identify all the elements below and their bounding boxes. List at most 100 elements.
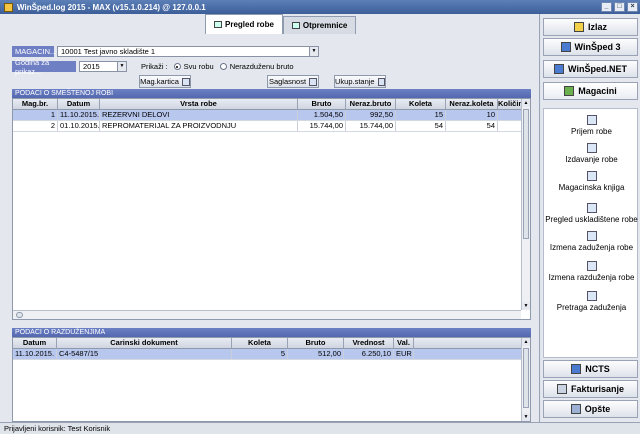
magacini-button[interactable]: Magacini: [543, 82, 638, 100]
cell: 54: [396, 121, 446, 131]
column-header[interactable]: Vrednost: [344, 338, 394, 348]
table-row[interactable]: 1 11.10.2015. REZERVNI DELOVI 1.504,50 9…: [13, 110, 530, 121]
cell: 5: [232, 349, 288, 359]
vertical-scrollbar[interactable]: ▲ ▼: [521, 99, 530, 310]
exit-door-icon: [573, 22, 584, 32]
winsped-icon: [554, 64, 565, 74]
ukup-stanje-button[interactable]: Ukup.stanje: [334, 75, 386, 88]
column-header[interactable]: Neraz.koleta: [446, 99, 498, 109]
grid-icon: [214, 21, 222, 28]
sidebar-item-izmena-zaduzenja[interactable]: Izmena zaduženja robe: [544, 231, 639, 252]
column-header[interactable]: Bruto: [288, 338, 344, 348]
book-icon: [586, 171, 597, 181]
sidebar-item-label: Pretraga zaduženja: [556, 303, 627, 312]
close-button[interactable]: ×: [627, 2, 638, 12]
card-icon: [181, 77, 190, 86]
tab-otpremnice[interactable]: Otpremnice: [282, 16, 357, 34]
scroll-thumb[interactable]: [523, 109, 529, 239]
winsped3-button[interactable]: WinŠped 3: [543, 38, 638, 56]
tab-pregled-robe[interactable]: Pregled robe: [205, 14, 283, 34]
discharge-section-header: PODACI O RAZDUŽENJIMA: [12, 328, 531, 337]
prikazi-label: Prikaži :: [141, 62, 168, 71]
table-row[interactable]: 11.10.2015. C4-5487/15 5 512,00 6.250,10…: [13, 349, 530, 360]
button-label: Mag.kartica: [140, 77, 179, 86]
godina-label: Godina za prikaz...: [12, 58, 76, 76]
sidebar-item-pretraga-zaduzenja[interactable]: Pretraga zaduženja: [544, 291, 639, 312]
radio-label: Svu robu: [183, 62, 214, 71]
warehouse-icon: [564, 86, 575, 96]
radio-nerazduzenu[interactable]: Nerazduženu bruto: [219, 62, 294, 71]
sidebar-item-magacinska-knjiga[interactable]: Magacinska knjiga: [544, 171, 639, 192]
sidebar-item-izmena-razduzenja[interactable]: Izmena razduženja robe: [544, 261, 639, 282]
invoice-icon: [556, 384, 567, 394]
radio-dot[interactable]: [173, 63, 181, 70]
column-header[interactable]: Koleta: [396, 99, 446, 109]
minimize-button[interactable]: _: [601, 2, 612, 12]
title-bar: WinŠped.log 2015 - MAX (v15.1.0.214) @ 1…: [0, 0, 640, 14]
search-icon: [586, 291, 597, 301]
column-header[interactable]: Datum: [13, 338, 57, 348]
column-header[interactable]: Bruto: [298, 99, 346, 109]
tab-label: Otpremnice: [302, 21, 348, 30]
cell: 01.10.2015.: [60, 121, 100, 131]
sidebar-item-label: Izdavanje robe: [565, 155, 618, 164]
sidebar-item-prijem-robe[interactable]: Prijem robe: [544, 115, 639, 136]
tab-bar: Pregled robe Otpremnice: [205, 14, 357, 34]
sidebar-item-pregled-uskladistene[interactable]: Pregled uskladištene robe: [544, 203, 639, 224]
table-row[interactable]: 2 01.10.2015. REPROMATERIJAL ZA PROIZVOD…: [13, 121, 530, 132]
stored-goods-table: Mag.br. Datum Vrsta robe Bruto Neraz.bru…: [12, 98, 531, 320]
godina-select[interactable]: 2015 ▼: [79, 61, 127, 72]
scroll-knob-icon[interactable]: [16, 312, 23, 318]
button-label: Saglasnost: [268, 77, 307, 86]
column-header[interactable]: Mag.br.: [13, 99, 58, 109]
column-header[interactable]: Vrsta robe: [100, 99, 298, 109]
cell: [498, 121, 522, 131]
maximize-button[interactable]: □: [614, 2, 625, 12]
cell: 10: [446, 110, 498, 120]
cell: 6.250,10: [344, 349, 394, 359]
mag-kartica-button[interactable]: Mag.kartica: [139, 75, 191, 88]
document-icon: [291, 22, 300, 29]
sidebar-item-label: Izmena zaduženja robe: [549, 243, 634, 252]
sidebar-item-izdavanje-robe[interactable]: Izdavanje robe: [544, 143, 639, 164]
column-header[interactable]: Carinski dokument: [57, 338, 232, 348]
scroll-up-icon[interactable]: ▲: [522, 338, 530, 346]
scroll-up-icon[interactable]: ▲: [522, 99, 530, 107]
list-icon: [586, 203, 597, 213]
cell: [498, 110, 522, 120]
chevron-down-icon[interactable]: ▼: [309, 47, 318, 56]
chevron-down-icon[interactable]: ▼: [117, 62, 126, 71]
scroll-down-icon[interactable]: ▼: [522, 302, 530, 310]
stored-section-header: PODACI O SMEŠTENOJ ROBI: [12, 89, 531, 98]
receive-goods-icon: [586, 115, 597, 125]
button-label: Fakturisanje: [570, 384, 625, 394]
izlaz-button[interactable]: Izlaz: [543, 18, 638, 36]
radio-dot[interactable]: [219, 63, 227, 70]
column-header[interactable]: Količina: [498, 99, 522, 109]
tab-label: Pregled robe: [225, 20, 274, 29]
button-label: Opšte: [584, 404, 611, 414]
horizontal-scrollbar[interactable]: [13, 310, 521, 319]
radio-svu-robu[interactable]: Svu robu: [173, 62, 214, 71]
fakturisanje-button[interactable]: Fakturisanje: [543, 380, 638, 398]
winsped-icon: [560, 42, 571, 52]
scroll-down-icon[interactable]: ▼: [522, 413, 530, 421]
opste-button[interactable]: Opšte: [543, 400, 638, 418]
column-header[interactable]: Val.: [394, 338, 414, 348]
cell: REZERVNI DELOVI: [100, 110, 298, 120]
cell: 11.10.2015.: [13, 349, 57, 359]
button-label: NCTS: [585, 364, 610, 374]
winsped-net-button[interactable]: WinŠped.NET: [543, 60, 638, 78]
radio-label: Nerazduženu bruto: [229, 62, 294, 71]
magacin-select[interactable]: 10001 Test javno skladište 1 ▼: [57, 46, 319, 57]
vertical-scrollbar[interactable]: ▲ ▼: [521, 338, 530, 421]
magacin-label[interactable]: MAGACIN...: [12, 46, 56, 57]
column-header[interactable]: Neraz.bruto: [346, 99, 396, 109]
column-header[interactable]: Datum: [58, 99, 100, 109]
scroll-thumb[interactable]: [523, 348, 529, 408]
ncts-button[interactable]: NCTS: [543, 360, 638, 378]
status-bar: Prijavljeni korisnik: Test Korisnik: [0, 422, 640, 434]
saglasnost-button[interactable]: Saglasnost: [267, 75, 319, 88]
column-header[interactable]: Koleta: [232, 338, 288, 348]
edit-icon: [586, 261, 597, 271]
